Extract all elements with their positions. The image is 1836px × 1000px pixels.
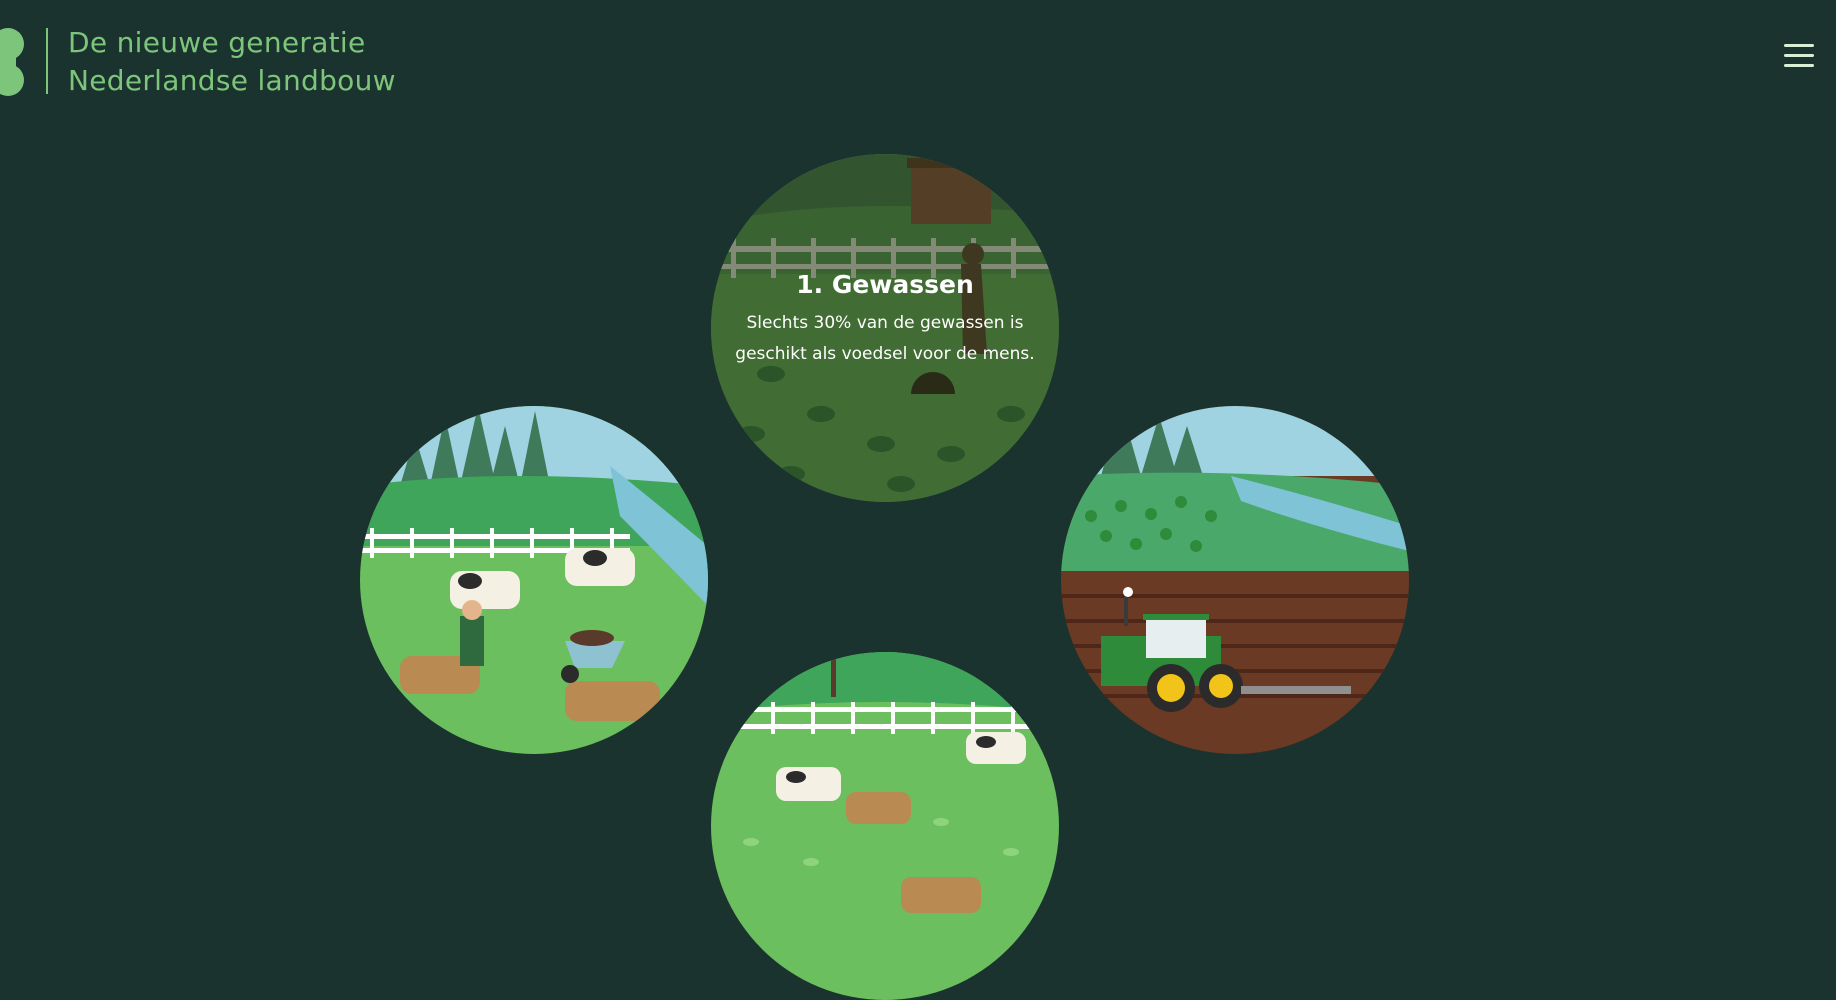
circle-description: Slechts 30% van de gewassen is geschikt … — [735, 313, 1035, 364]
circle-livestock-pasture[interactable] — [360, 406, 708, 754]
logo-divider — [46, 28, 48, 94]
circle-title: 1. Gewassen — [796, 270, 974, 299]
site-header: De nieuwe generatie Nederlandse landbouw — [0, 0, 1836, 130]
site-title-line-1: De nieuwe generatie — [68, 26, 366, 59]
cows-grazing-in-pasture-illustration — [711, 652, 1059, 1000]
tractor-ploughing-field-illustration — [1061, 406, 1409, 754]
logo-icon[interactable] — [0, 26, 30, 98]
circle-grazing-cows[interactable] — [711, 652, 1059, 1000]
circle-gewassen[interactable]: 1. Gewassen Slechts 30% van de gewassen … — [711, 154, 1059, 502]
site-title[interactable]: De nieuwe generatie Nederlandse landbouw — [68, 24, 396, 100]
circle-text: 1. Gewassen Slechts 30% van de gewassen … — [735, 268, 1035, 370]
site-title-line-2: Nederlandse landbouw — [68, 64, 396, 97]
farmer-with-cows-and-wheelbarrow-illustration — [360, 406, 708, 754]
circle-tractor-field[interactable] — [1061, 406, 1409, 754]
hamburger-menu-icon[interactable] — [1784, 44, 1814, 74]
